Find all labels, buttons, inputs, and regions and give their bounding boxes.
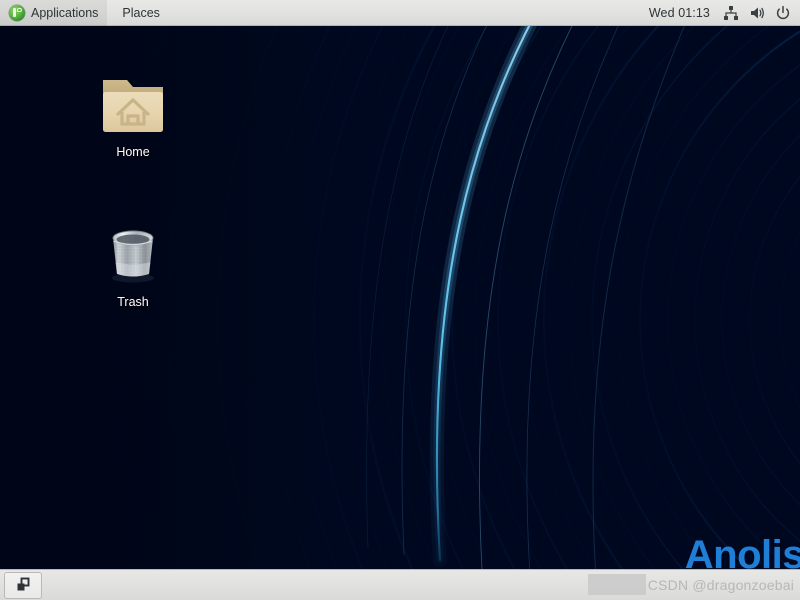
power-icon[interactable] <box>770 0 796 26</box>
anolis-os-logo-icon <box>9 4 25 21</box>
folder-home-icon <box>97 66 169 138</box>
desktop-screen: Anolis Home Trash Applications Places We… <box>0 0 800 600</box>
top-panel: Applications Places Wed 01:13 <box>0 0 800 26</box>
desktop-icon-trash[interactable]: Trash <box>87 216 179 310</box>
menu-applications[interactable]: Applications <box>0 0 108 26</box>
clock[interactable]: Wed 01:13 <box>641 0 718 26</box>
trash-can-icon <box>97 216 169 288</box>
menu-places-label: Places <box>122 5 160 20</box>
desktop-icon-label: Trash <box>117 295 149 309</box>
menu-applications-label: Applications <box>31 5 99 20</box>
menu-places[interactable]: Places <box>113 0 169 26</box>
desktop-icon-label: Home <box>116 145 150 159</box>
windows-overlap-icon[interactable] <box>4 571 42 599</box>
system-tray <box>718 0 800 26</box>
bottom-panel <box>0 569 800 600</box>
speaker-volume-icon[interactable] <box>744 0 770 26</box>
desktop-icon-home[interactable]: Home <box>87 66 179 160</box>
network-workgroup-icon[interactable] <box>718 0 744 26</box>
